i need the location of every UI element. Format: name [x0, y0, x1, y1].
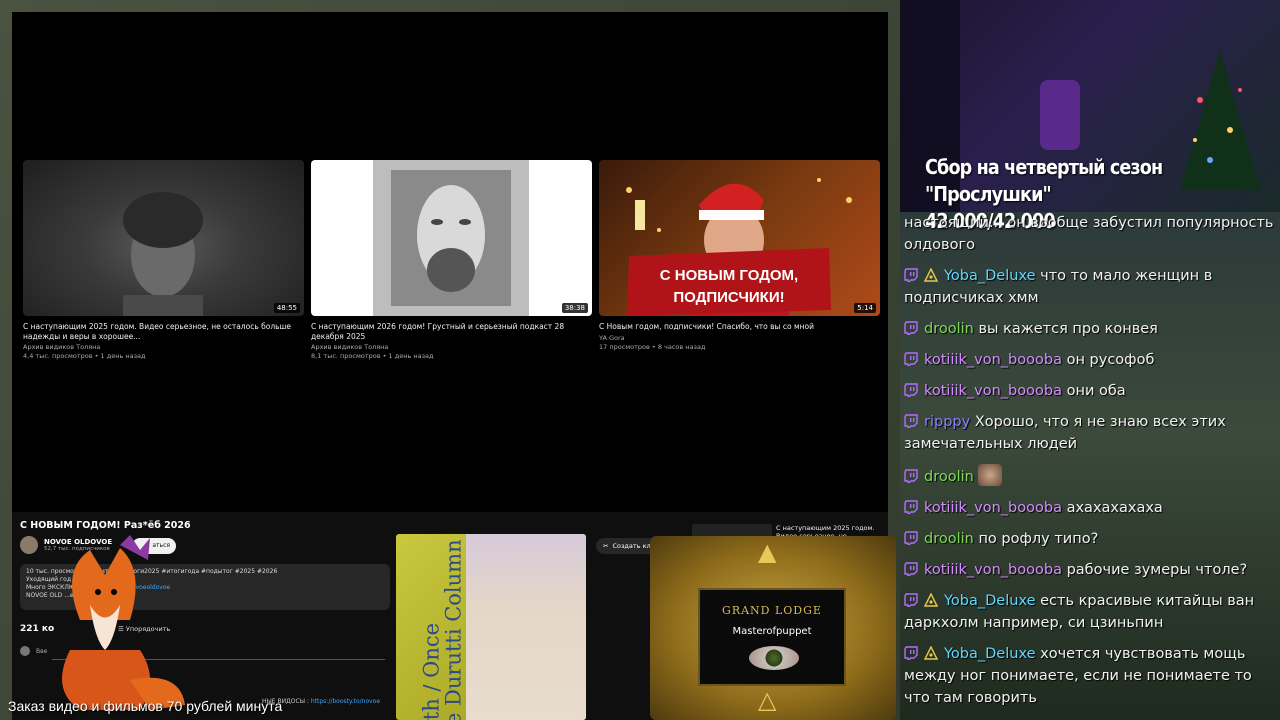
chat-message: настоящий... он вообще забустил популярн… — [904, 212, 1276, 256]
video-meta: 8,1 тыс. просмотров • 1 день назад — [311, 352, 434, 360]
twitch-icon — [904, 383, 918, 397]
chat-username[interactable]: droolin — [924, 469, 974, 485]
eye-icon — [749, 646, 799, 670]
chat-text: он русофоб — [1066, 352, 1155, 368]
vip-icon — [924, 268, 938, 282]
twitch-icon — [904, 562, 918, 576]
album-cover: Faith / Once The Durutti Column — [396, 534, 586, 720]
lodge-title: GRAND LODGE — [722, 604, 822, 617]
video-card[interactable]: 48:55 С наступающим 2025 годом. Видео се… — [23, 160, 304, 361]
chat-text: вы кажется про конвея — [978, 321, 1158, 337]
video-thumbnail[interactable]: С НОВЫМ ГОДОМ, ПОДПИСЧИКИ! 5:14 — [599, 160, 880, 316]
clip-button[interactable]: ✂ Создать кл — [596, 538, 658, 554]
chat-text: ахахахахаха — [1066, 500, 1163, 516]
twitch-icon — [904, 321, 918, 335]
vip-icon — [924, 646, 938, 660]
twitch-icon — [904, 500, 918, 514]
chat-username[interactable]: kotiiik_von_boooba — [924, 352, 1062, 368]
video-title[interactable]: С наступающим 2026 годом! Грустный и сер… — [311, 322, 592, 341]
chat-message: kotiiik_von_boooba он русофоб — [904, 349, 1276, 371]
chat-message: droolin по рофлу типо? — [904, 528, 1276, 550]
donor-name: Masterofpuppet — [732, 626, 812, 637]
vip-icon — [924, 593, 938, 607]
video-title[interactable]: С Новым годом, подписчики! Спасибо, что … — [599, 322, 880, 332]
twitch-icon — [904, 593, 918, 607]
video-thumbnail[interactable]: 48:55 — [23, 160, 304, 316]
chat-message: kotiiik_von_boooba они оба — [904, 380, 1276, 402]
video-title[interactable]: С наступающим 2025 годом. Видео серьезно… — [23, 322, 304, 341]
chat-message: ripppy Хорошо, что я не знаю всех этих з… — [904, 411, 1276, 455]
chat-username[interactable]: Yoba_Deluxe — [944, 268, 1036, 284]
clip-label: Создать кл — [612, 542, 651, 550]
video-meta: 17 просмотров • 8 часов назад — [599, 342, 706, 351]
album-artist: The Durutti Column — [441, 539, 466, 720]
chat-username[interactable]: Yoba_Deluxe — [944, 646, 1036, 662]
chat-username[interactable]: droolin — [924, 531, 974, 547]
chat-message: Yoba_Deluxe хочется чувствовать мощь меж… — [904, 643, 1276, 709]
video-duration: 5:14 — [854, 303, 876, 313]
chat-message: droolin — [904, 464, 1276, 488]
chat-text: по рофлу типо? — [978, 531, 1099, 547]
sculpture-image — [373, 160, 529, 316]
scissors-icon: ✂ — [603, 542, 609, 550]
chat-message: droolin вы кажется про конвея — [904, 318, 1276, 340]
fox-mascot — [62, 535, 185, 710]
twitch-icon — [904, 268, 918, 282]
album-art — [466, 534, 586, 720]
chat-message: Yoba_Deluxe что то мало женщин в подписч… — [904, 265, 1276, 309]
masonic-icon: ▲ — [758, 538, 777, 566]
chat-text: рабочие зумеры чтоле? — [1066, 562, 1248, 578]
portrait-image — [123, 192, 203, 316]
chat-username[interactable]: kotiiik_von_boooba — [924, 383, 1062, 399]
boosty-link[interactable]: https://boosty.to/novoe — [311, 698, 380, 705]
video-card[interactable]: 38:38 С наступающим 2026 годом! Грустный… — [311, 160, 592, 361]
chat-username[interactable]: ripppy — [924, 414, 970, 430]
chat-message: Yoba_Deluxe есть красивые китайцы ван да… — [904, 590, 1276, 634]
album-line: Faith / Once — [419, 622, 444, 720]
chat-list: настоящий... он вообще забустил популярн… — [904, 212, 1276, 718]
video-channel[interactable]: Архив видиков Толяна — [23, 343, 304, 352]
chat-username[interactable]: droolin — [924, 321, 974, 337]
compass-icon: △ — [758, 686, 777, 714]
video-meta: 4,4 тыс. просмотров • 1 день назад — [23, 352, 146, 360]
album-title: Faith / Once The Durutti Column — [419, 539, 466, 720]
chat-username[interactable]: Yoba_Deluxe — [944, 593, 1036, 609]
chat-message: kotiiik_von_boooba рабочие зумеры чтоле? — [904, 559, 1276, 581]
thumbnail-caption: ПОДПИСЧИКИ! — [673, 289, 784, 306]
emote-icon — [978, 464, 1003, 486]
donation-panel: GRAND LODGE Masterofpuppet — [698, 588, 846, 686]
twitch-icon — [904, 414, 918, 428]
video-card[interactable]: С НОВЫМ ГОДОМ, ПОДПИСЧИКИ! 5:14 С Новым … — [599, 160, 880, 352]
thumbnail-caption: С НОВЫМ ГОДОМ, — [660, 267, 798, 284]
chat-username[interactable]: kotiiik_von_boooba — [924, 500, 1062, 516]
donation-frame: ▲ GRAND LODGE Masterofpuppet △ — [650, 536, 896, 720]
twitch-icon — [904, 469, 918, 483]
chat-text: настоящий... он вообще забустил популярн… — [904, 215, 1274, 253]
chat-text: они оба — [1066, 383, 1126, 399]
twitch-icon — [904, 531, 918, 545]
video-duration: 48:55 — [273, 303, 300, 313]
goal-title: Сбор на четвертый сезон "Прослушки" — [925, 155, 1163, 206]
chat-username[interactable]: kotiiik_von_boooba — [924, 562, 1062, 578]
video-player[interactable]: 48:55 С наступающим 2025 годом. Видео се… — [12, 12, 888, 512]
video-thumbnail[interactable]: 38:38 — [311, 160, 592, 316]
twitch-icon — [904, 352, 918, 366]
chat-message: kotiiik_von_boooba ахахахахаха — [904, 497, 1276, 519]
twitch-icon — [904, 646, 918, 660]
video-channel[interactable]: Архив видиков Толяна — [311, 343, 592, 352]
order-banner: Заказ видео и фильмов 70 рублей минута — [8, 698, 283, 714]
new-year-image: С НОВЫМ ГОДОМ, ПОДПИСЧИКИ! — [626, 178, 852, 316]
video-duration: 38:38 — [561, 303, 588, 313]
video-channel[interactable]: YA Gora — [599, 334, 880, 343]
